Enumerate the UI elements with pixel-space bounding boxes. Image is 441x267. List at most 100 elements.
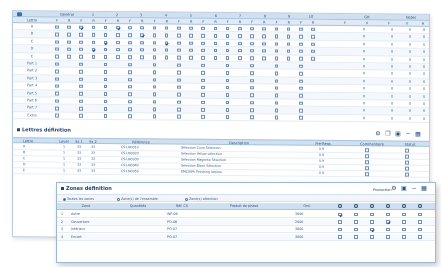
production-checkbox[interactable] (354, 220, 358, 224)
cell-checkbox[interactable] (152, 26, 157, 30)
cell-checkbox[interactable] (128, 107, 132, 111)
cell-checkbox[interactable] (55, 40, 59, 44)
cell-checkbox[interactable] (201, 115, 205, 119)
cell-checkbox[interactable] (103, 40, 108, 45)
cell-checkbox[interactable] (201, 100, 205, 105)
copy-icon[interactable]: ❐ (385, 130, 391, 137)
cell-checkbox[interactable] (140, 33, 144, 38)
cell-checkbox[interactable] (91, 25, 96, 30)
cell-checkbox[interactable] (213, 48, 218, 53)
cell-checkbox[interactable] (103, 84, 108, 89)
cell-checkbox[interactable] (201, 93, 205, 97)
cell-checkbox[interactable] (152, 77, 157, 82)
cell-checkbox[interactable] (55, 32, 59, 37)
calendar-icon[interactable]: ▦ (415, 131, 421, 138)
cell-checkbox[interactable] (274, 71, 279, 76)
settings-icon[interactable]: ⚙ (375, 130, 381, 137)
cell-checkbox[interactable] (238, 34, 242, 38)
cell-checkbox[interactable] (274, 115, 279, 120)
cell-checkbox[interactable] (79, 32, 83, 37)
cell-checkbox[interactable] (213, 34, 218, 38)
cell-checkbox[interactable] (286, 56, 291, 61)
cell-checkbox[interactable] (55, 114, 59, 118)
radio-all-zones[interactable]: Toutes les zones (63, 197, 94, 201)
cell-checkbox[interactable] (128, 55, 132, 60)
cell-checkbox[interactable] (201, 26, 205, 31)
cell-checkbox[interactable] (311, 49, 315, 54)
cell-checkbox[interactable] (67, 47, 71, 52)
production-step-icon[interactable] (402, 204, 406, 209)
row-comment-checkbox[interactable] (365, 160, 369, 164)
cell-checkbox[interactable] (201, 48, 205, 53)
cell-checkbox[interactable] (238, 56, 242, 61)
cell-checkbox[interactable] (286, 49, 291, 54)
cancel-icon[interactable]: − (405, 131, 411, 138)
cell-checkbox[interactable] (225, 78, 230, 83)
cell-checkbox[interactable] (103, 70, 108, 74)
cell-checkbox[interactable] (201, 41, 205, 45)
cell-checkbox[interactable] (225, 41, 230, 46)
production-checkbox[interactable] (370, 227, 374, 232)
cell-checkbox[interactable] (250, 93, 254, 98)
cell-checkbox[interactable] (79, 114, 83, 118)
production-step-icon[interactable] (386, 204, 390, 209)
cell-checkbox[interactable] (116, 25, 120, 30)
cell-checkbox[interactable] (152, 55, 157, 60)
radio-selected-zones[interactable]: Zone(s) sélection (185, 197, 218, 201)
production-checkbox[interactable] (386, 212, 390, 217)
cell-checkbox[interactable] (262, 41, 266, 46)
production-checkbox[interactable] (418, 227, 422, 232)
cell-checkbox[interactable] (177, 41, 181, 45)
production-checkbox[interactable] (370, 212, 374, 217)
cell-checkbox[interactable] (55, 99, 59, 103)
cell-checkbox[interactable] (250, 64, 254, 68)
cell-checkbox[interactable] (274, 34, 279, 39)
cell-checkbox[interactable] (311, 57, 315, 61)
production-checkbox[interactable] (386, 227, 390, 232)
cell-checkbox[interactable] (79, 55, 83, 59)
zone-row[interactable]: 3 Intérieur PO-07 3000 (57, 226, 435, 233)
zone-row[interactable]: 2 Couverture PO-06 2000 (57, 218, 435, 226)
cell-checkbox[interactable] (79, 69, 83, 74)
cell-checkbox[interactable] (103, 92, 108, 96)
cell-checkbox[interactable] (250, 100, 254, 105)
cell-checkbox[interactable] (67, 25, 71, 29)
cell-checkbox[interactable] (91, 33, 96, 37)
cell-checkbox[interactable] (91, 55, 96, 59)
cell-checkbox[interactable] (177, 100, 181, 104)
cell-checkbox[interactable] (177, 63, 181, 67)
cell-checkbox[interactable] (55, 47, 59, 52)
cell-checkbox[interactable] (177, 48, 181, 53)
row-comment-checkbox[interactable] (365, 172, 369, 176)
cell-checkbox[interactable] (238, 49, 242, 53)
production-checkbox[interactable] (354, 212, 358, 217)
cell-checkbox[interactable] (250, 56, 254, 61)
row-comment-checkbox[interactable] (365, 148, 369, 152)
production-checkbox[interactable] (402, 220, 406, 224)
production-checkbox[interactable] (418, 212, 422, 217)
cell-checkbox[interactable] (152, 114, 157, 119)
cell-checkbox[interactable] (116, 48, 120, 52)
cell-checkbox[interactable] (250, 78, 254, 83)
cell-checkbox[interactable] (225, 56, 230, 60)
cell-checkbox[interactable] (79, 47, 83, 52)
cell-checkbox[interactable] (67, 32, 71, 37)
cell-checkbox[interactable] (140, 48, 144, 52)
cell-checkbox[interactable] (262, 56, 266, 61)
cell-checkbox[interactable] (201, 34, 205, 38)
save-icon[interactable]: ▣ (395, 131, 401, 138)
cell-checkbox[interactable] (274, 101, 279, 105)
cell-checkbox[interactable] (103, 47, 108, 52)
production-checkbox[interactable] (370, 220, 374, 224)
production-checkbox[interactable] (386, 220, 390, 224)
cell-checkbox[interactable] (79, 106, 83, 111)
cell-checkbox[interactable] (79, 40, 83, 44)
production-checkbox[interactable] (402, 235, 406, 239)
production-checkbox[interactable] (354, 227, 358, 232)
production-checkbox[interactable] (386, 235, 390, 239)
cell-checkbox[interactable] (189, 48, 193, 53)
cell-checkbox[interactable] (177, 85, 181, 90)
production-step-icon[interactable] (354, 204, 358, 209)
cell-checkbox[interactable] (140, 40, 144, 45)
cell-checkbox[interactable] (311, 27, 315, 32)
